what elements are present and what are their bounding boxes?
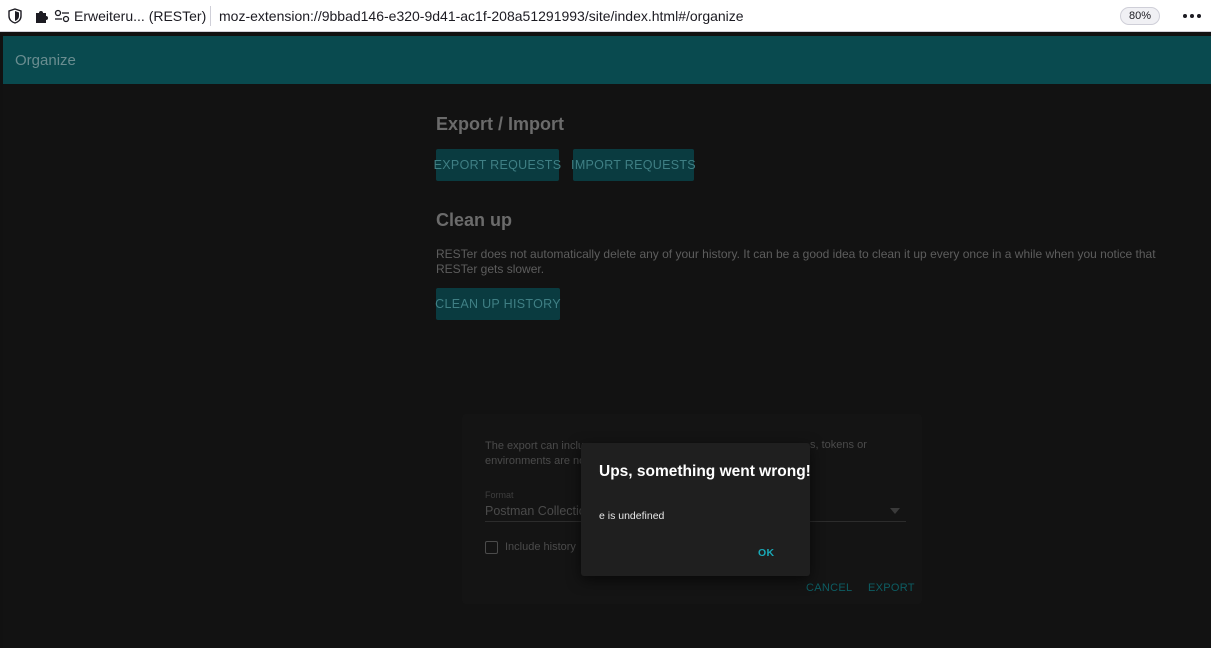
puzzle-icon[interactable] <box>34 8 50 24</box>
browser-url-bar: Erweiteru... (RESTer) moz-extension://9b… <box>0 0 1211 32</box>
format-select[interactable]: Postman Collectio <box>485 504 586 518</box>
clean-up-history-button[interactable]: CLEAN UP HISTORY <box>435 288 561 320</box>
include-history-label: Include history <box>505 541 576 553</box>
export-import-heading: Export / Import <box>436 114 565 134</box>
permissions-icon[interactable] <box>54 9 70 23</box>
clean-up-description-line1: RESTer does not automatically delete any… <box>436 247 1156 261</box>
clean-up-description: RESTer does not automatically delete any… <box>436 247 1171 277</box>
url-field[interactable]: moz-extension://9bbad146-e320-9d41-ac1f-… <box>219 8 744 24</box>
cancel-button[interactable]: CANCEL <box>806 582 852 594</box>
clean-up-heading: Clean up <box>436 210 513 230</box>
app-toolbar: Organize <box>3 36 1211 84</box>
export-button[interactable]: EXPORT <box>868 582 915 594</box>
format-label: Format <box>485 490 514 500</box>
export-requests-button[interactable]: EXPORT REQUESTS <box>434 149 561 181</box>
ok-button[interactable]: OK <box>758 547 774 559</box>
error-dialog: Ups, something went wrong! e is undefine… <box>581 443 811 576</box>
page-title: Organize <box>15 52 76 69</box>
zoom-level-badge[interactable]: 80% <box>1120 7 1160 25</box>
chevron-down-icon[interactable] <box>890 508 900 514</box>
export-info-text-right: s, tokens or <box>810 439 867 451</box>
export-info-line1: The export can inclu <box>485 440 585 452</box>
shield-icon[interactable] <box>8 8 22 24</box>
export-info-text: The export can inclu environments are no <box>485 439 585 469</box>
error-message: e is undefined <box>599 510 665 522</box>
error-dialog-title: Ups, something went wrong! <box>599 463 811 480</box>
export-info-line2: environments are no <box>485 455 586 467</box>
url-separator <box>210 6 211 26</box>
extension-name[interactable]: Erweiteru... (RESTer) <box>74 8 206 24</box>
include-history-checkbox[interactable] <box>485 541 498 554</box>
more-menu-icon[interactable] <box>1180 8 1204 24</box>
clean-up-description-line2: RESTer gets slower. <box>436 262 545 276</box>
import-requests-button[interactable]: IMPORT REQUESTS <box>571 149 696 181</box>
